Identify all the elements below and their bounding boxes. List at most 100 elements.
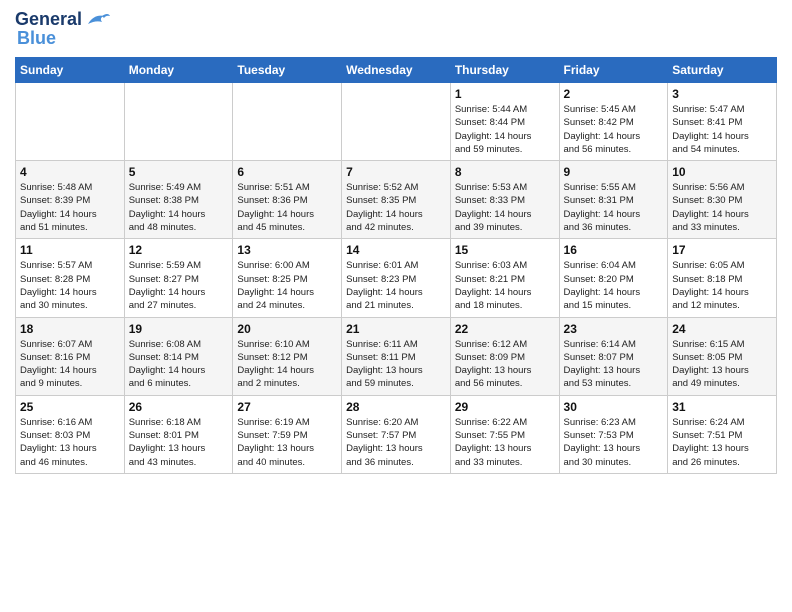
day-number: 1 <box>455 87 555 101</box>
day-info: Sunrise: 6:08 AM Sunset: 8:14 PM Dayligh… <box>129 338 229 391</box>
day-info: Sunrise: 6:04 AM Sunset: 8:20 PM Dayligh… <box>564 259 664 312</box>
day-info: Sunrise: 6:05 AM Sunset: 8:18 PM Dayligh… <box>672 259 772 312</box>
day-info: Sunrise: 5:44 AM Sunset: 8:44 PM Dayligh… <box>455 103 555 156</box>
day-info: Sunrise: 5:57 AM Sunset: 8:28 PM Dayligh… <box>20 259 120 312</box>
day-number: 30 <box>564 400 664 414</box>
calendar-cell <box>233 83 342 161</box>
calendar-table: SundayMondayTuesdayWednesdayThursdayFrid… <box>15 57 777 474</box>
weekday-header: Friday <box>559 58 668 83</box>
day-info: Sunrise: 6:12 AM Sunset: 8:09 PM Dayligh… <box>455 338 555 391</box>
day-info: Sunrise: 6:22 AM Sunset: 7:55 PM Dayligh… <box>455 416 555 469</box>
calendar-cell <box>342 83 451 161</box>
day-info: Sunrise: 6:16 AM Sunset: 8:03 PM Dayligh… <box>20 416 120 469</box>
calendar-week-row: 25Sunrise: 6:16 AM Sunset: 8:03 PM Dayli… <box>16 395 777 473</box>
calendar-cell: 1 Sunrise: 5:44 AM Sunset: 8:44 PM Daylig… <box>450 83 559 161</box>
calendar-cell: 17 Sunrise: 6:05 AM Sunset: 8:18 PM Dayli… <box>668 239 777 317</box>
day-number: 22 <box>455 322 555 336</box>
day-info: Sunrise: 6:07 AM Sunset: 8:16 PM Dayligh… <box>20 338 120 391</box>
day-info: Sunrise: 6:10 AM Sunset: 8:12 PM Dayligh… <box>237 338 337 391</box>
day-number: 7 <box>346 165 446 179</box>
day-info: Sunrise: 5:47 AM Sunset: 8:41 PM Dayligh… <box>672 103 772 156</box>
page-header: General Blue <box>15 10 777 49</box>
calendar-cell: 3 Sunrise: 5:47 AM Sunset: 8:41 PM Daylig… <box>668 83 777 161</box>
day-info: Sunrise: 6:15 AM Sunset: 8:05 PM Dayligh… <box>672 338 772 391</box>
calendar-cell: 24Sunrise: 6:15 AM Sunset: 8:05 PM Dayli… <box>668 317 777 395</box>
calendar-cell: 5 Sunrise: 5:49 AM Sunset: 8:38 PM Daylig… <box>124 161 233 239</box>
day-info: Sunrise: 6:03 AM Sunset: 8:21 PM Dayligh… <box>455 259 555 312</box>
logo-bird-icon <box>84 10 112 30</box>
day-number: 3 <box>672 87 772 101</box>
day-info: Sunrise: 6:20 AM Sunset: 7:57 PM Dayligh… <box>346 416 446 469</box>
calendar-cell: 13 Sunrise: 6:00 AM Sunset: 8:25 PM Dayli… <box>233 239 342 317</box>
weekday-header: Monday <box>124 58 233 83</box>
day-info: Sunrise: 6:23 AM Sunset: 7:53 PM Dayligh… <box>564 416 664 469</box>
day-number: 26 <box>129 400 229 414</box>
day-number: 5 <box>129 165 229 179</box>
calendar-week-row: 4 Sunrise: 5:48 AM Sunset: 8:39 PM Daylig… <box>16 161 777 239</box>
day-info: Sunrise: 5:49 AM Sunset: 8:38 PM Dayligh… <box>129 181 229 234</box>
calendar-cell: 10Sunrise: 5:56 AM Sunset: 8:30 PM Dayli… <box>668 161 777 239</box>
day-number: 8 <box>455 165 555 179</box>
weekday-header: Thursday <box>450 58 559 83</box>
day-number: 20 <box>237 322 337 336</box>
calendar-cell: 9 Sunrise: 5:55 AM Sunset: 8:31 PM Daylig… <box>559 161 668 239</box>
day-info: Sunrise: 5:55 AM Sunset: 8:31 PM Dayligh… <box>564 181 664 234</box>
calendar-cell: 23Sunrise: 6:14 AM Sunset: 8:07 PM Dayli… <box>559 317 668 395</box>
day-info: Sunrise: 5:48 AM Sunset: 8:39 PM Dayligh… <box>20 181 120 234</box>
calendar-cell: 6 Sunrise: 5:51 AM Sunset: 8:36 PM Daylig… <box>233 161 342 239</box>
day-number: 6 <box>237 165 337 179</box>
weekday-header: Saturday <box>668 58 777 83</box>
calendar-cell: 30 Sunrise: 6:23 AM Sunset: 7:53 PM Dayli… <box>559 395 668 473</box>
calendar-cell: 15Sunrise: 6:03 AM Sunset: 8:21 PM Dayli… <box>450 239 559 317</box>
calendar-cell: 16 Sunrise: 6:04 AM Sunset: 8:20 PM Dayli… <box>559 239 668 317</box>
calendar-cell: 11Sunrise: 5:57 AM Sunset: 8:28 PM Dayli… <box>16 239 125 317</box>
logo-text-general: General <box>15 9 82 29</box>
calendar-week-row: 18 Sunrise: 6:07 AM Sunset: 8:16 PM Dayli… <box>16 317 777 395</box>
day-info: Sunrise: 6:18 AM Sunset: 8:01 PM Dayligh… <box>129 416 229 469</box>
day-number: 2 <box>564 87 664 101</box>
day-number: 4 <box>20 165 120 179</box>
day-info: Sunrise: 5:45 AM Sunset: 8:42 PM Dayligh… <box>564 103 664 156</box>
calendar-cell: 20 Sunrise: 6:10 AM Sunset: 8:12 PM Dayli… <box>233 317 342 395</box>
logo: General Blue <box>15 10 112 49</box>
day-number: 29 <box>455 400 555 414</box>
day-number: 17 <box>672 243 772 257</box>
day-info: Sunrise: 5:52 AM Sunset: 8:35 PM Dayligh… <box>346 181 446 234</box>
weekday-header: Tuesday <box>233 58 342 83</box>
day-number: 13 <box>237 243 337 257</box>
calendar-cell: 25Sunrise: 6:16 AM Sunset: 8:03 PM Dayli… <box>16 395 125 473</box>
day-number: 18 <box>20 322 120 336</box>
day-number: 12 <box>129 243 229 257</box>
day-info: Sunrise: 6:00 AM Sunset: 8:25 PM Dayligh… <box>237 259 337 312</box>
weekday-header: Sunday <box>16 58 125 83</box>
logo-text-blue: Blue <box>17 28 56 49</box>
day-number: 23 <box>564 322 664 336</box>
calendar-header-row: SundayMondayTuesdayWednesdayThursdayFrid… <box>16 58 777 83</box>
calendar-cell: 8 Sunrise: 5:53 AM Sunset: 8:33 PM Daylig… <box>450 161 559 239</box>
day-number: 9 <box>564 165 664 179</box>
day-info: Sunrise: 5:53 AM Sunset: 8:33 PM Dayligh… <box>455 181 555 234</box>
day-number: 21 <box>346 322 446 336</box>
calendar-cell: 2 Sunrise: 5:45 AM Sunset: 8:42 PM Daylig… <box>559 83 668 161</box>
calendar-week-row: 1 Sunrise: 5:44 AM Sunset: 8:44 PM Daylig… <box>16 83 777 161</box>
calendar-cell <box>124 83 233 161</box>
calendar-cell: 31Sunrise: 6:24 AM Sunset: 7:51 PM Dayli… <box>668 395 777 473</box>
calendar-cell: 22 Sunrise: 6:12 AM Sunset: 8:09 PM Dayli… <box>450 317 559 395</box>
calendar-cell: 28 Sunrise: 6:20 AM Sunset: 7:57 PM Dayli… <box>342 395 451 473</box>
calendar-cell: 21Sunrise: 6:11 AM Sunset: 8:11 PM Dayli… <box>342 317 451 395</box>
calendar-cell <box>16 83 125 161</box>
day-info: Sunrise: 5:51 AM Sunset: 8:36 PM Dayligh… <box>237 181 337 234</box>
day-number: 27 <box>237 400 337 414</box>
calendar-cell: 29 Sunrise: 6:22 AM Sunset: 7:55 PM Dayli… <box>450 395 559 473</box>
calendar-cell: 19Sunrise: 6:08 AM Sunset: 8:14 PM Dayli… <box>124 317 233 395</box>
calendar-cell: 27Sunrise: 6:19 AM Sunset: 7:59 PM Dayli… <box>233 395 342 473</box>
day-number: 14 <box>346 243 446 257</box>
day-number: 16 <box>564 243 664 257</box>
calendar-cell: 7 Sunrise: 5:52 AM Sunset: 8:35 PM Daylig… <box>342 161 451 239</box>
day-number: 28 <box>346 400 446 414</box>
calendar-cell: 14Sunrise: 6:01 AM Sunset: 8:23 PM Dayli… <box>342 239 451 317</box>
calendar-cell: 18 Sunrise: 6:07 AM Sunset: 8:16 PM Dayli… <box>16 317 125 395</box>
day-info: Sunrise: 5:56 AM Sunset: 8:30 PM Dayligh… <box>672 181 772 234</box>
day-info: Sunrise: 5:59 AM Sunset: 8:27 PM Dayligh… <box>129 259 229 312</box>
calendar-cell: 12 Sunrise: 5:59 AM Sunset: 8:27 PM Dayli… <box>124 239 233 317</box>
